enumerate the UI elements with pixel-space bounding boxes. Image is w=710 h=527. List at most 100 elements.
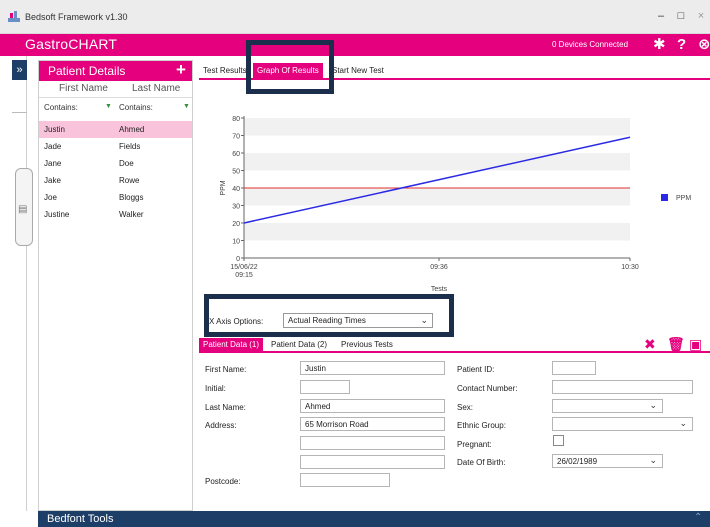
divider [12,112,27,113]
address-line3-field[interactable] [300,455,445,469]
patient-columns: First Name Last Name [39,81,192,98]
chevron-down-icon: ⌄ [679,418,687,428]
bottom-tools-bar[interactable]: Bedfont Tools ⌃ [38,511,710,527]
y-tick-label: 60 [232,151,240,158]
y-tick-label: 20 [232,221,240,228]
window-title-bar: Bedsoft Framework v1.30 – □ × [0,0,710,34]
patient-panel: Patient Details + First Name Last Name C… [38,60,193,511]
devices-status: 0 Devices Connected [552,40,629,49]
x-axis-label: Tests [431,286,448,293]
postcode-field[interactable] [300,473,390,487]
initial-field[interactable] [300,380,350,394]
expand-chevron-icon[interactable]: » [12,60,27,80]
patient-row[interactable]: Jade Fields [39,138,192,155]
date-of-birth-field[interactable]: 26/02/1989 ⌄ [552,454,663,468]
patient-row[interactable]: Jane Doe [39,155,192,172]
patient-id-field[interactable] [552,361,596,375]
app-logo-icon [8,11,20,22]
filter-last-label[interactable]: Contains: [119,103,153,112]
column-last-name[interactable]: Last Name [132,83,180,94]
patient-last-name: Walker [119,210,144,219]
minimize-button[interactable]: – [652,8,670,24]
contact-number-field[interactable] [552,380,693,394]
save-icon[interactable]: ▣ [689,336,702,353]
column-first-name[interactable]: First Name [59,83,108,94]
help-icon[interactable]: ? [677,36,686,54]
y-axis-label: PPM [220,180,227,195]
grid-band [244,188,630,206]
address-label: Address: [205,421,237,430]
y-tick-label: 70 [232,134,240,141]
delete-icon[interactable]: 🗑 [667,336,685,353]
address-line1-field[interactable]: 65 Morrison Road [300,417,445,431]
maximize-button[interactable]: □ [672,8,690,24]
tab-test-results[interactable]: Test Results [199,63,251,80]
gear-icon[interactable]: ✱ [653,36,666,54]
expand-up-icon[interactable]: ⌃ [694,512,702,523]
window-close-button[interactable]: × [692,8,710,24]
add-patient-button[interactable]: + [176,60,186,80]
tab-start-new-test[interactable]: Start New Test [328,63,388,80]
y-tick-label: 40 [232,186,240,193]
patient-row[interactable]: Joe Bloggs [39,189,192,206]
address-line2-field[interactable] [300,436,445,450]
grid-band [244,118,630,136]
close-icon[interactable]: ⊗ [698,36,710,54]
patient-panel-header: Patient Details + [39,60,192,81]
tab-previous-tests[interactable]: Previous Tests [337,338,397,352]
patient-row[interactable]: Jake Rowe [39,172,192,189]
app-header: GastroCHART 0 Devices Connected ✱ ? ⊗ [0,34,710,56]
grid-band [244,153,630,171]
first-name-label: First Name: [205,365,247,374]
x-tick-label: 10:30 [621,264,639,271]
ethnic-group-label: Ethnic Group: [457,421,506,430]
last-name-value: Ahmed [305,402,331,411]
sex-label: Sex: [457,403,474,412]
first-name-field[interactable]: Justin [300,361,445,375]
filter-icon[interactable]: ▼ [183,103,190,110]
filter-icon[interactable]: ▼ [105,103,112,110]
pregnant-checkbox[interactable] [553,435,564,446]
filter-first-label[interactable]: Contains: [44,103,78,112]
patient-id-label: Patient ID: [457,365,495,374]
side-strip: » ▤ [12,56,33,511]
pregnant-label: Pregnant: [457,440,492,449]
patient-row[interactable]: Justine Walker [39,206,192,223]
highlight-box [246,40,334,94]
patient-first-name: Joe [44,193,57,202]
y-tick-label: 80 [232,116,240,123]
last-name-field[interactable]: Ahmed [300,399,445,413]
ethnic-group-select[interactable]: ⌄ [552,417,693,431]
initial-label: Initial: [205,384,226,393]
contact-number-label: Contact Number: [457,384,518,393]
patient-first-name: Jake [44,176,61,185]
series-line-ppm [243,136,631,224]
patient-first-name: Jane [44,159,62,168]
patient-row[interactable]: Justin Ahmed [39,121,192,138]
tab-patient-data-2[interactable]: Patient Data (2) [267,338,331,352]
patient-last-name: Rowe [119,176,140,185]
date-of-birth-label: Date Of Birth: [457,458,506,467]
y-tick-label: 0 [236,256,240,263]
grid-band [244,223,630,241]
first-name-value: Justin [305,364,326,373]
tab-patient-data-1[interactable]: Patient Data (1) [199,338,264,352]
patient-panel-title: Patient Details [48,64,126,78]
bottom-tools-title: Bedfont Tools [47,513,114,525]
y-tick-label: 10 [232,239,240,246]
x-tick-label: 15/06/22 [230,264,257,271]
chevron-down-icon: ⌄ [649,400,657,410]
patient-last-name: Ahmed [119,125,145,134]
patient-last-name: Bloggs [119,193,144,202]
last-name-label: Last Name: [205,403,246,412]
chevron-down-icon: ⌄ [649,455,657,465]
y-tick-label: 30 [232,204,240,211]
patient-last-name: Fields [119,142,141,151]
patient-first-name: Justin [44,125,65,134]
x-tick-label: 09:15 [235,272,253,279]
legend-label: PPM [676,195,691,202]
filter-row: Contains: ▼ Contains: ▼ [39,101,192,115]
sex-select[interactable]: ⌄ [552,399,663,413]
close-icon[interactable]: ✖ [644,336,656,353]
y-tick-label: 50 [232,169,240,176]
